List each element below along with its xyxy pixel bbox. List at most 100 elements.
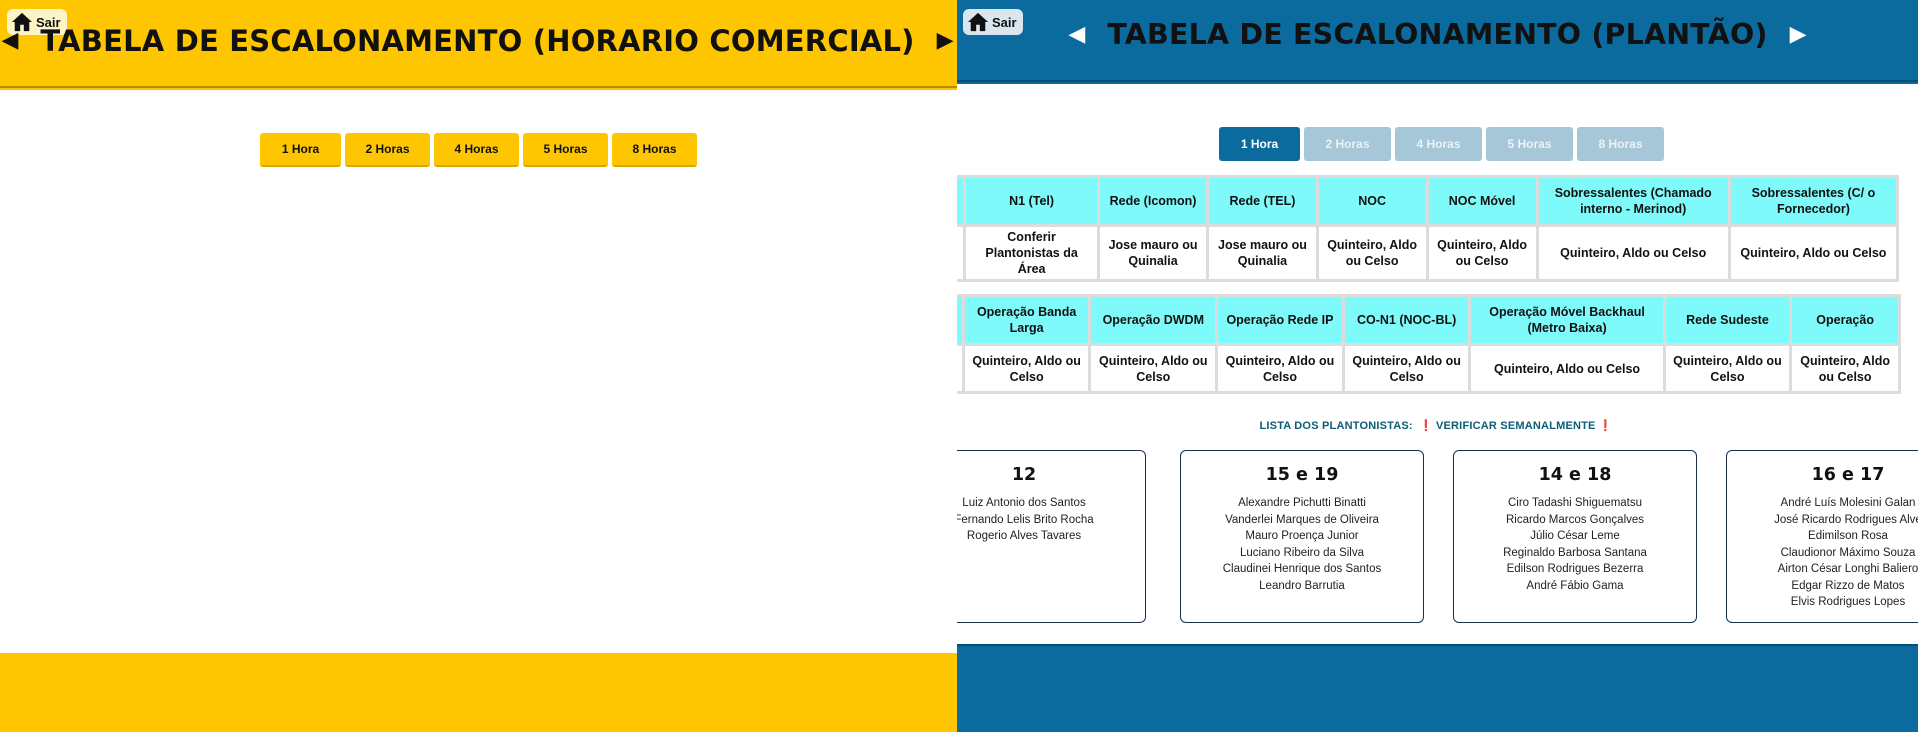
- card-names: André Luís Molesini Galan José Ricardo R…: [1727, 495, 1918, 611]
- table-header-cell: Operação Móvel Backhaul (Metro Baixa): [1471, 297, 1663, 343]
- table-row: s Conferir Plantonistas da Área Jose mau…: [957, 227, 1896, 279]
- table-header-row: Operação Banda Larga Operação DWDM Opera…: [957, 297, 1898, 343]
- table-header-cell: NOC Móvel: [1428, 178, 1536, 224]
- list-item: Luciano Ribeiro da Silva: [1239, 546, 1365, 559]
- right-tab-1-hora[interactable]: 1 Hora: [1219, 127, 1300, 161]
- table-cell: Quinteiro, Aldo ou Celso: [964, 346, 1089, 391]
- list-item: Leandro Barrutia: [1259, 579, 1345, 592]
- table-header-cell: Rede Sudeste: [1665, 297, 1790, 343]
- card-title: 16 e 17: [1811, 465, 1885, 485]
- table-header-cell: [957, 178, 964, 224]
- right-tab-8-horas[interactable]: 8 Horas: [1577, 127, 1664, 161]
- left-tab-8-horas[interactable]: 8 Horas: [612, 133, 697, 167]
- left-tab-5-horas[interactable]: 5 Horas: [523, 133, 608, 167]
- plantonista-card: 16 e 17 André Luís Molesini Galan José R…: [1726, 450, 1918, 623]
- plantonista-card: 14 e 18 Ciro Tadashi Shiguematsu Ricardo…: [1453, 450, 1697, 623]
- table-header-cell: [957, 297, 962, 343]
- list-item: Elvis Rodrigues Lopes: [1790, 596, 1906, 608]
- left-tab-2-horas[interactable]: 2 Horas: [345, 133, 430, 167]
- list-item: Mauro Proença Junior: [1245, 530, 1359, 542]
- table-header-row: N1 (Tel) Rede (Icomon) Rede (TEL) NOC NO…: [957, 178, 1896, 224]
- list-item: Fernando Lelis Brito Rocha: [957, 513, 1094, 526]
- list-item: Claudinei Henrique dos Santos: [1222, 563, 1382, 575]
- table-row: Quinteiro, Aldo ou Celso Quinteiro, Aldo…: [957, 346, 1898, 391]
- table-header-cell: CO-N1 (NOC-BL): [1344, 297, 1469, 343]
- plantonista-card: 15 e 19 Alexandre Pichutti Binatti Vande…: [1180, 450, 1424, 623]
- plantonistas-list-title: LISTA DOS PLANTONISTAS: ❗ VERIFICAR SEMAN…: [957, 419, 1918, 432]
- table-cell: Jose mauro ou Quinalia: [1099, 227, 1207, 279]
- table-header-cell: Operação Rede IP: [1218, 297, 1342, 343]
- list-item: Alexandre Pichutti Binatti: [1238, 497, 1366, 509]
- table-cell: Jose mauro ou Quinalia: [1209, 227, 1316, 279]
- table-header-cell: NOC: [1318, 178, 1426, 224]
- left-tab-4-horas[interactable]: 4 Horas: [434, 133, 519, 167]
- list-item: Claudionor Máximo Souza: [1780, 546, 1916, 559]
- commercial-content: 1 Hora 2 Horas 4 Horas 5 Horas 8 Horas: [0, 90, 957, 653]
- list-item: André Fábio Gama: [1526, 579, 1624, 592]
- card-names: Luiz Antonio dos Santos Fernando Lelis B…: [957, 495, 1145, 545]
- on-call-content: 1 Hora 2 Horas 4 Horas 5 Horas 8 Horas N…: [957, 84, 1918, 646]
- table-header-cell: Sobressalentes (Chamado interno - Merino…: [1538, 178, 1728, 224]
- table-cell: Conferir Plantonistas da Área: [966, 227, 1097, 279]
- list-item: Vanderlei Marques de Oliveira: [1225, 513, 1379, 526]
- list-item: Luiz Antonio dos Santos: [962, 497, 1086, 509]
- right-page-title: TABELA DE ESCALONAMENTO (PLANTÃO): [1107, 18, 1768, 51]
- table-header-cell: Sobressalentes (C/ o Fornecedor): [1730, 178, 1896, 224]
- list-item: Edilson Rodrigues Bezerra: [1506, 563, 1644, 575]
- table-cell: s: [957, 227, 964, 279]
- commercial-header: Sair ◀ TABELA DE ESCALONAMENTO (HORARIO …: [0, 0, 957, 88]
- left-next-arrow-icon[interactable]: ▶: [937, 30, 954, 52]
- table-cell: Quinteiro, Aldo ou Celso: [1428, 227, 1536, 279]
- card-names: Ciro Tadashi Shiguematsu Ricardo Marcos …: [1454, 495, 1696, 594]
- list-item: Airton César Longhi Baliero: [1777, 563, 1918, 575]
- table-cell: Quinteiro, Aldo ou Celso: [1730, 227, 1896, 279]
- left-tab-1-hora[interactable]: 1 Hora: [260, 133, 341, 167]
- list-item: Edimilson Rosa: [1808, 530, 1888, 542]
- list-item: Reginaldo Barbosa Santana: [1503, 546, 1647, 559]
- table-header-cell: Rede (TEL): [1209, 178, 1316, 224]
- right-tab-4-horas[interactable]: 4 Horas: [1395, 127, 1482, 161]
- right-tab-2-horas[interactable]: 2 Horas: [1304, 127, 1391, 161]
- right-next-arrow-icon[interactable]: ▶: [1790, 23, 1807, 46]
- escalation-table-1: N1 (Tel) Rede (Icomon) Rede (TEL) NOC NO…: [957, 175, 1899, 282]
- on-call-header: Sair ◀ TABELA DE ESCALONAMENTO (PLANTÃO)…: [957, 0, 1918, 82]
- table-cell: Quinteiro, Aldo ou Celso: [1091, 346, 1216, 391]
- list-item: Ricardo Marcos Gonçalves: [1505, 513, 1645, 526]
- table-header-cell: Rede (Icomon): [1099, 178, 1207, 224]
- exclamation-icon: ❗: [1419, 420, 1433, 432]
- right-tab-5-horas[interactable]: 5 Horas: [1486, 127, 1573, 161]
- table-cell: Quinteiro, Aldo ou Celso: [1344, 346, 1469, 391]
- left-page-title: TABELA DE ESCALONAMENTO (HORARIO COMERCI…: [40, 24, 915, 58]
- card-names: Alexandre Pichutti Binatti Vanderlei Mar…: [1181, 495, 1423, 594]
- table-cell: Quinteiro, Aldo ou Celso: [1665, 346, 1790, 391]
- table-cell: Quinteiro, Aldo ou Celso: [1471, 346, 1663, 391]
- table-cell: Quinteiro, Aldo ou Celso: [1318, 227, 1426, 279]
- list-item: André Luís Molesini Galan: [1780, 497, 1916, 509]
- list-title-text: VERIFICAR SEMANALMENTE: [1435, 420, 1596, 432]
- table-header-cell: Operação Banda Larga: [964, 297, 1089, 343]
- left-prev-arrow-icon[interactable]: ◀: [1, 30, 18, 52]
- list-title-prefix: LISTA DOS PLANTONISTAS:: [1259, 420, 1413, 432]
- list-item: Ciro Tadashi Shiguematsu: [1507, 497, 1643, 509]
- right-title-row: ◀ TABELA DE ESCALONAMENTO (PLANTÃO) ▶: [957, 18, 1918, 51]
- left-title-row: ◀ TABELA DE ESCALONAMENTO (HORARIO COMER…: [0, 24, 957, 58]
- table-cell: Quinteiro, Aldo ou Celso: [1538, 227, 1728, 279]
- right-prev-arrow-icon[interactable]: ◀: [1068, 23, 1085, 46]
- left-duration-tabs: 1 Hora 2 Horas 4 Horas 5 Horas 8 Horas: [260, 133, 697, 167]
- exclamation-icon: ❗: [1598, 420, 1613, 432]
- table-header-cell: Operação DWDM: [1091, 297, 1216, 343]
- card-title: 12: [1011, 465, 1037, 485]
- list-item: Júlio César Leme: [1530, 530, 1620, 542]
- list-item: Rogerio Alves Tavares: [966, 530, 1082, 542]
- card-title: 14 e 18: [1538, 465, 1612, 485]
- card-title: 15 e 19: [1265, 465, 1339, 485]
- list-item: Edgar Rizzo de Matos: [1791, 579, 1905, 592]
- plantonista-card: 12 Luiz Antonio dos Santos Fernando Leli…: [957, 450, 1146, 623]
- right-duration-tabs: 1 Hora 2 Horas 4 Horas 5 Horas 8 Horas: [1219, 127, 1664, 161]
- table-header-cell: Operação: [1792, 297, 1898, 343]
- commercial-hours-panel: Sair ◀ TABELA DE ESCALONAMENTO (HORARIO …: [0, 0, 957, 732]
- table-cell: Quinteiro, Aldo ou Celso: [1218, 346, 1342, 391]
- escalation-table-2: Operação Banda Larga Operação DWDM Opera…: [957, 294, 1901, 394]
- table-header-cell: N1 (Tel): [966, 178, 1097, 224]
- table-cell: [957, 346, 962, 391]
